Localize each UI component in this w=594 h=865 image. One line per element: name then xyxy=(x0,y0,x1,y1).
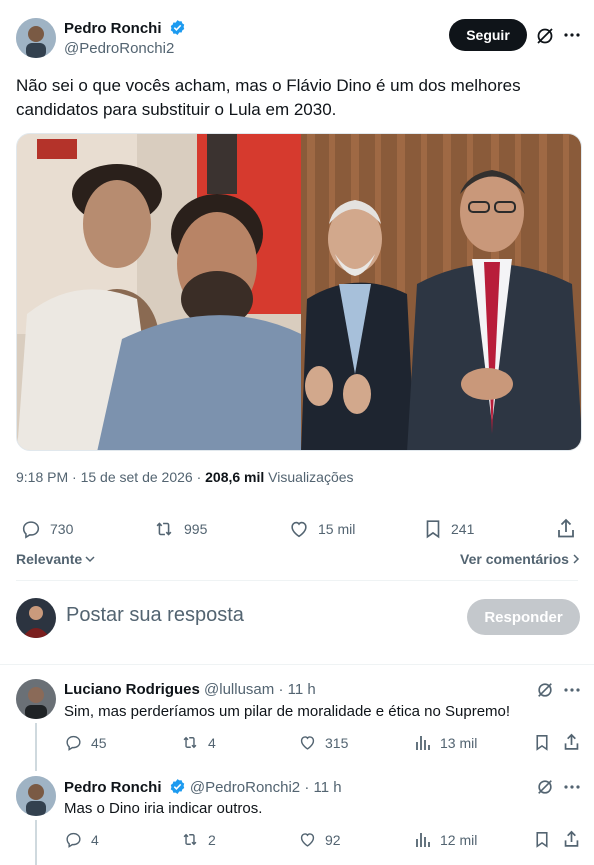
tweet-meta: 9:18 PM · 15 de set de 2026 · 208,6 mil … xyxy=(16,469,354,485)
like-button[interactable]: 92 xyxy=(298,830,341,849)
repost-icon xyxy=(180,830,200,849)
tweet-timestamp[interactable]: 9:18 PM · 15 de set de 2026 · xyxy=(16,469,205,485)
heart-icon xyxy=(298,733,317,752)
author-name[interactable]: Pedro Ronchi xyxy=(64,20,162,37)
more-options-icon[interactable] xyxy=(564,33,580,37)
bookmark-icon[interactable] xyxy=(534,830,550,849)
like-button[interactable]: 315 xyxy=(298,733,348,752)
views-button[interactable]: 13 mil xyxy=(415,733,477,752)
reply-time[interactable]: · 11 h xyxy=(278,681,315,698)
user-avatar[interactable] xyxy=(16,598,56,638)
reply-time[interactable]: · 11 h xyxy=(304,779,341,796)
views-label: Visualizações xyxy=(268,469,354,485)
reply-button[interactable]: 45 xyxy=(64,733,107,752)
verified-badge-icon xyxy=(169,19,186,36)
heart-icon xyxy=(298,830,317,849)
divider xyxy=(0,664,594,665)
heart-icon xyxy=(288,518,310,540)
repost-count: 4 xyxy=(208,734,216,751)
repost-count: 2 xyxy=(208,831,216,848)
grok-icon[interactable] xyxy=(536,778,554,796)
analytics-icon xyxy=(415,733,432,752)
views-count: 12 mil xyxy=(440,831,478,848)
repost-button[interactable]: 2 xyxy=(180,830,216,849)
reply-author-name[interactable]: Pedro Ronchi xyxy=(64,779,162,796)
see-comments-label: Ver comentários xyxy=(460,551,569,567)
tweet-image[interactable] xyxy=(16,133,582,451)
bookmark-icon xyxy=(423,518,443,540)
bookmark-icon[interactable] xyxy=(534,733,550,752)
like-button[interactable]: 15 mil xyxy=(288,518,355,540)
analytics-icon xyxy=(415,830,432,849)
views-count: 13 mil xyxy=(440,734,478,751)
reply-text: Sim, mas perderíamos um pilar de moralid… xyxy=(64,703,511,720)
author-avatar[interactable] xyxy=(16,18,56,58)
repost-icon xyxy=(152,518,176,540)
reply-input[interactable]: Postar sua resposta xyxy=(66,604,446,632)
more-options-icon[interactable] xyxy=(564,688,580,692)
chevron-down-icon xyxy=(84,554,96,564)
reply-header: Pedro Ronchi @PedroRonchi2 · 11 h xyxy=(64,778,342,796)
reply-avatar[interactable] xyxy=(16,776,56,816)
follow-button[interactable]: Seguir xyxy=(449,19,527,51)
sort-label: Relevante xyxy=(16,551,83,567)
tweet-text-line: candidatos para substituir o Lula em 203… xyxy=(16,100,337,119)
reply-icon xyxy=(64,733,83,752)
like-count: 315 xyxy=(325,734,349,751)
follow-button-label: Seguir xyxy=(466,27,510,43)
grok-icon[interactable] xyxy=(536,681,554,699)
chevron-right-icon xyxy=(572,553,580,565)
more-options-icon[interactable] xyxy=(564,785,580,789)
thread-line xyxy=(35,723,37,771)
sort-dropdown[interactable]: Relevante xyxy=(16,551,96,567)
verified-badge-icon xyxy=(169,778,186,795)
tweet-text: Não sei o que vocês acham, mas o Flávio … xyxy=(16,74,521,122)
reply-text: Mas o Dino iria indicar outros. xyxy=(64,800,263,817)
repost-count: 995 xyxy=(184,521,208,537)
bookmark-button[interactable]: 241 xyxy=(423,518,474,540)
reply-icon xyxy=(64,830,83,849)
divider xyxy=(16,580,578,581)
repost-icon xyxy=(180,733,200,752)
thread-line xyxy=(35,820,37,865)
tweet-text-line: Não sei o que vocês acham, mas o Flávio … xyxy=(16,76,521,95)
share-icon[interactable] xyxy=(563,830,580,849)
reply-count: 45 xyxy=(91,734,107,751)
reply-submit-label: Responder xyxy=(484,608,563,626)
like-count: 92 xyxy=(325,831,341,848)
views-count: 208,6 mil xyxy=(205,469,265,485)
reply-submit-button[interactable]: Responder xyxy=(467,599,580,635)
like-count: 15 mil xyxy=(318,521,356,537)
bookmark-count: 241 xyxy=(451,521,475,537)
reply-author-handle[interactable]: @PedroRonchi2 xyxy=(190,779,300,796)
share-icon[interactable] xyxy=(563,733,580,752)
views-button[interactable]: 12 mil xyxy=(415,830,477,849)
share-icon[interactable] xyxy=(556,518,576,540)
repost-button[interactable]: 995 xyxy=(152,518,207,540)
reply-author-name[interactable]: Luciano Rodrigues xyxy=(64,681,200,698)
reply-button[interactable]: 4 xyxy=(64,830,99,849)
author-handle[interactable]: @PedroRonchi2 xyxy=(64,40,174,57)
reply-count: 4 xyxy=(91,831,99,848)
see-comments-link[interactable]: Ver comentários xyxy=(460,551,580,567)
reply-header: Luciano Rodrigues @lullusam · 11 h xyxy=(64,681,316,698)
reply-author-handle[interactable]: @lullusam xyxy=(204,681,274,698)
repost-button[interactable]: 4 xyxy=(180,733,216,752)
reply-input-placeholder: Postar sua resposta xyxy=(66,604,244,626)
grok-icon[interactable] xyxy=(535,26,555,46)
reply-count: 730 xyxy=(50,521,74,537)
reply-button[interactable]: 730 xyxy=(20,518,73,540)
reply-avatar[interactable] xyxy=(16,679,56,719)
reply-icon xyxy=(20,518,42,540)
